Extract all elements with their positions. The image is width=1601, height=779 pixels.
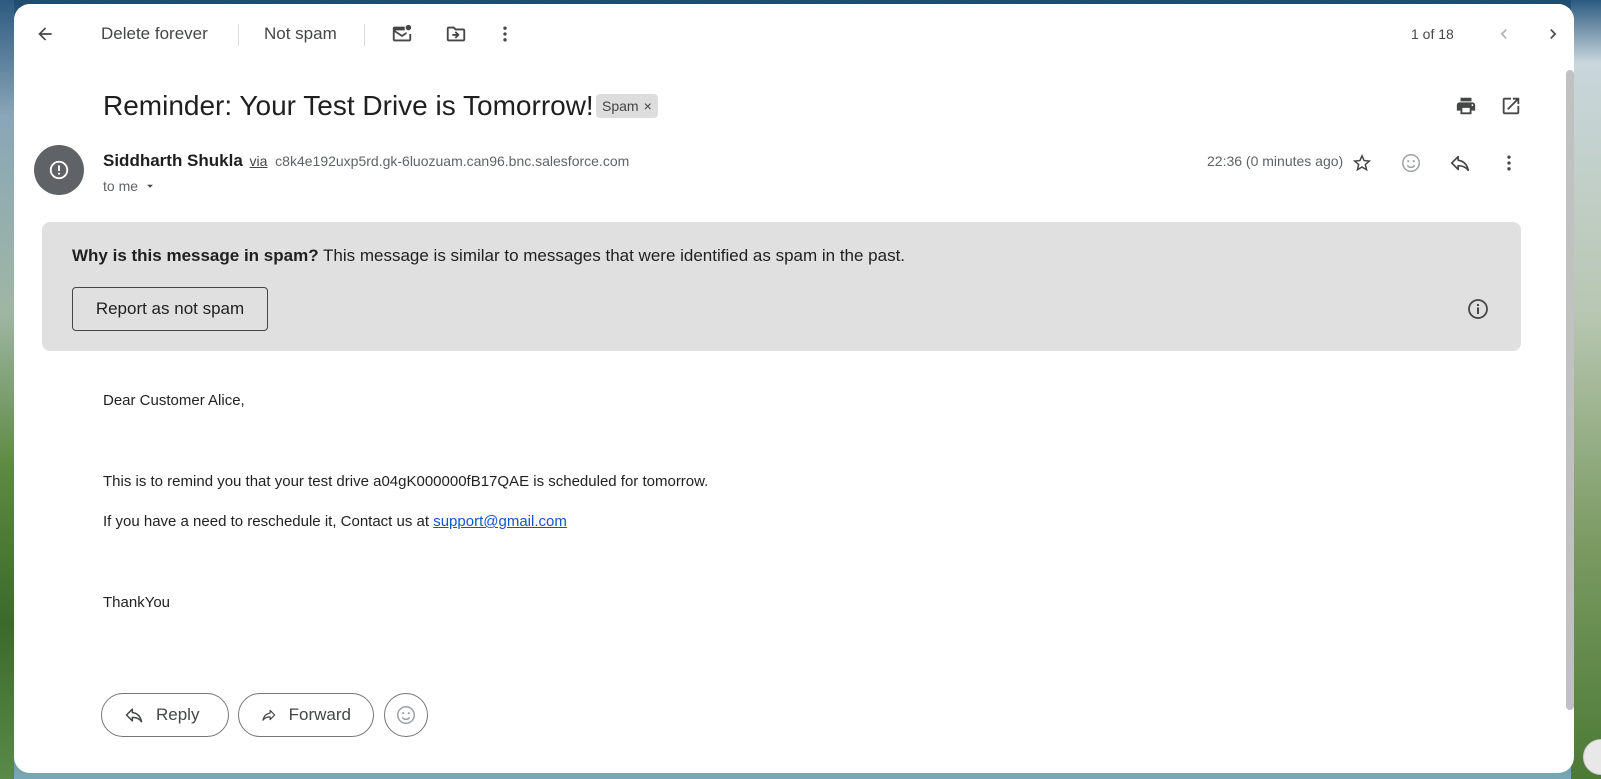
not-spam-button[interactable]: Not spam — [264, 24, 337, 44]
spam-question: Why is this message in spam? — [72, 246, 319, 265]
star-icon — [1352, 153, 1372, 172]
recipient-label: to me — [103, 178, 139, 194]
body-signoff: ThankYou — [103, 594, 171, 611]
scrollbar-thumb[interactable] — [1566, 70, 1574, 710]
report-not-spam-button[interactable]: Report as not spam — [72, 287, 268, 331]
chevron-right-icon — [1550, 29, 1557, 39]
print-icon — [1456, 97, 1476, 115]
print-button[interactable] — [1450, 90, 1482, 122]
open-in-new-icon — [1502, 97, 1520, 115]
body-line-reminder: This is to remind you that your test dri… — [103, 473, 709, 490]
folder-move-icon — [446, 26, 466, 42]
star-button[interactable] — [1346, 147, 1378, 179]
mail-dot-icon — [392, 24, 412, 42]
newer-button[interactable] — [1488, 18, 1520, 50]
spam-label-text: Spam — [602, 98, 639, 114]
recipient-details-toggle[interactable]: to me — [103, 178, 156, 194]
toolbar: Delete forever Not spam 1 of 18 — [14, 4, 1574, 64]
move-to-button[interactable] — [440, 18, 472, 50]
reply-button[interactable] — [1444, 147, 1476, 179]
reply-action-button[interactable]: Reply — [101, 693, 229, 737]
chevron-left-icon — [1500, 29, 1507, 39]
alert-icon — [49, 160, 69, 180]
back-button[interactable] — [29, 18, 61, 50]
mark-unread-button[interactable] — [386, 18, 418, 50]
older-button[interactable] — [1537, 18, 1569, 50]
emoji-reaction-button[interactable] — [384, 693, 428, 737]
background-right — [1571, 0, 1601, 779]
open-new-window-button[interactable] — [1495, 90, 1527, 122]
delete-forever-button[interactable]: Delete forever — [101, 24, 208, 44]
reschedule-text: If you have a need to reschedule it, Con… — [103, 513, 434, 530]
emoji-icon — [1402, 154, 1420, 172]
more-actions-button[interactable] — [489, 18, 521, 50]
info-icon[interactable] — [1466, 297, 1490, 321]
arrow-left-icon — [38, 27, 52, 41]
caret-down-icon — [147, 184, 154, 188]
reply-action-label: Reply — [156, 705, 200, 724]
add-reaction-button[interactable] — [1395, 147, 1427, 179]
forward-action-button[interactable]: Forward — [238, 693, 374, 737]
more-message-options-button[interactable] — [1493, 147, 1525, 179]
sender-name[interactable]: Siddharth Shukla — [103, 151, 243, 170]
reply-icon — [1450, 155, 1470, 172]
forward-action-label: Forward — [288, 705, 351, 724]
email-timestamp: 22:36 (0 minutes ago) — [1207, 153, 1344, 169]
email-subject: Reminder: Your Test Drive is Tomorrow! — [103, 90, 594, 121]
spam-reason: Why is this message in spam? This messag… — [72, 246, 905, 266]
toolbar-divider — [238, 24, 239, 46]
reply-icon — [125, 708, 143, 723]
forward-icon — [262, 709, 276, 721]
spam-notice: Why is this message in spam? This messag… — [42, 222, 1521, 351]
toolbar-divider — [364, 24, 365, 46]
sender-line: Siddharth Shukla via c8k4e192uxp5rd.gk-6… — [103, 151, 629, 171]
sender-avatar[interactable] — [34, 145, 84, 195]
more-vertical-icon — [503, 26, 507, 42]
body-line-reschedule: If you have a need to reschedule it, Con… — [103, 513, 567, 530]
body-greeting: Dear Customer Alice, — [103, 392, 245, 409]
remove-label-button[interactable]: × — [644, 98, 652, 114]
spam-label-badge: Spam × — [596, 94, 658, 118]
support-email-link[interactable]: support@gmail.com — [433, 513, 567, 530]
sender-domain: c8k4e192uxp5rd.gk-6luozuam.can96.bnc.sal… — [275, 153, 630, 169]
via-link[interactable]: via — [250, 153, 268, 169]
email-panel: Delete forever Not spam 1 of 18 Reminder… — [14, 4, 1574, 773]
background-left — [0, 0, 14, 779]
message-counter: 1 of 18 — [1411, 26, 1454, 42]
emoji-icon — [397, 706, 415, 724]
more-vertical-icon — [1507, 155, 1511, 171]
spam-explanation: This message is similar to messages that… — [318, 246, 906, 265]
